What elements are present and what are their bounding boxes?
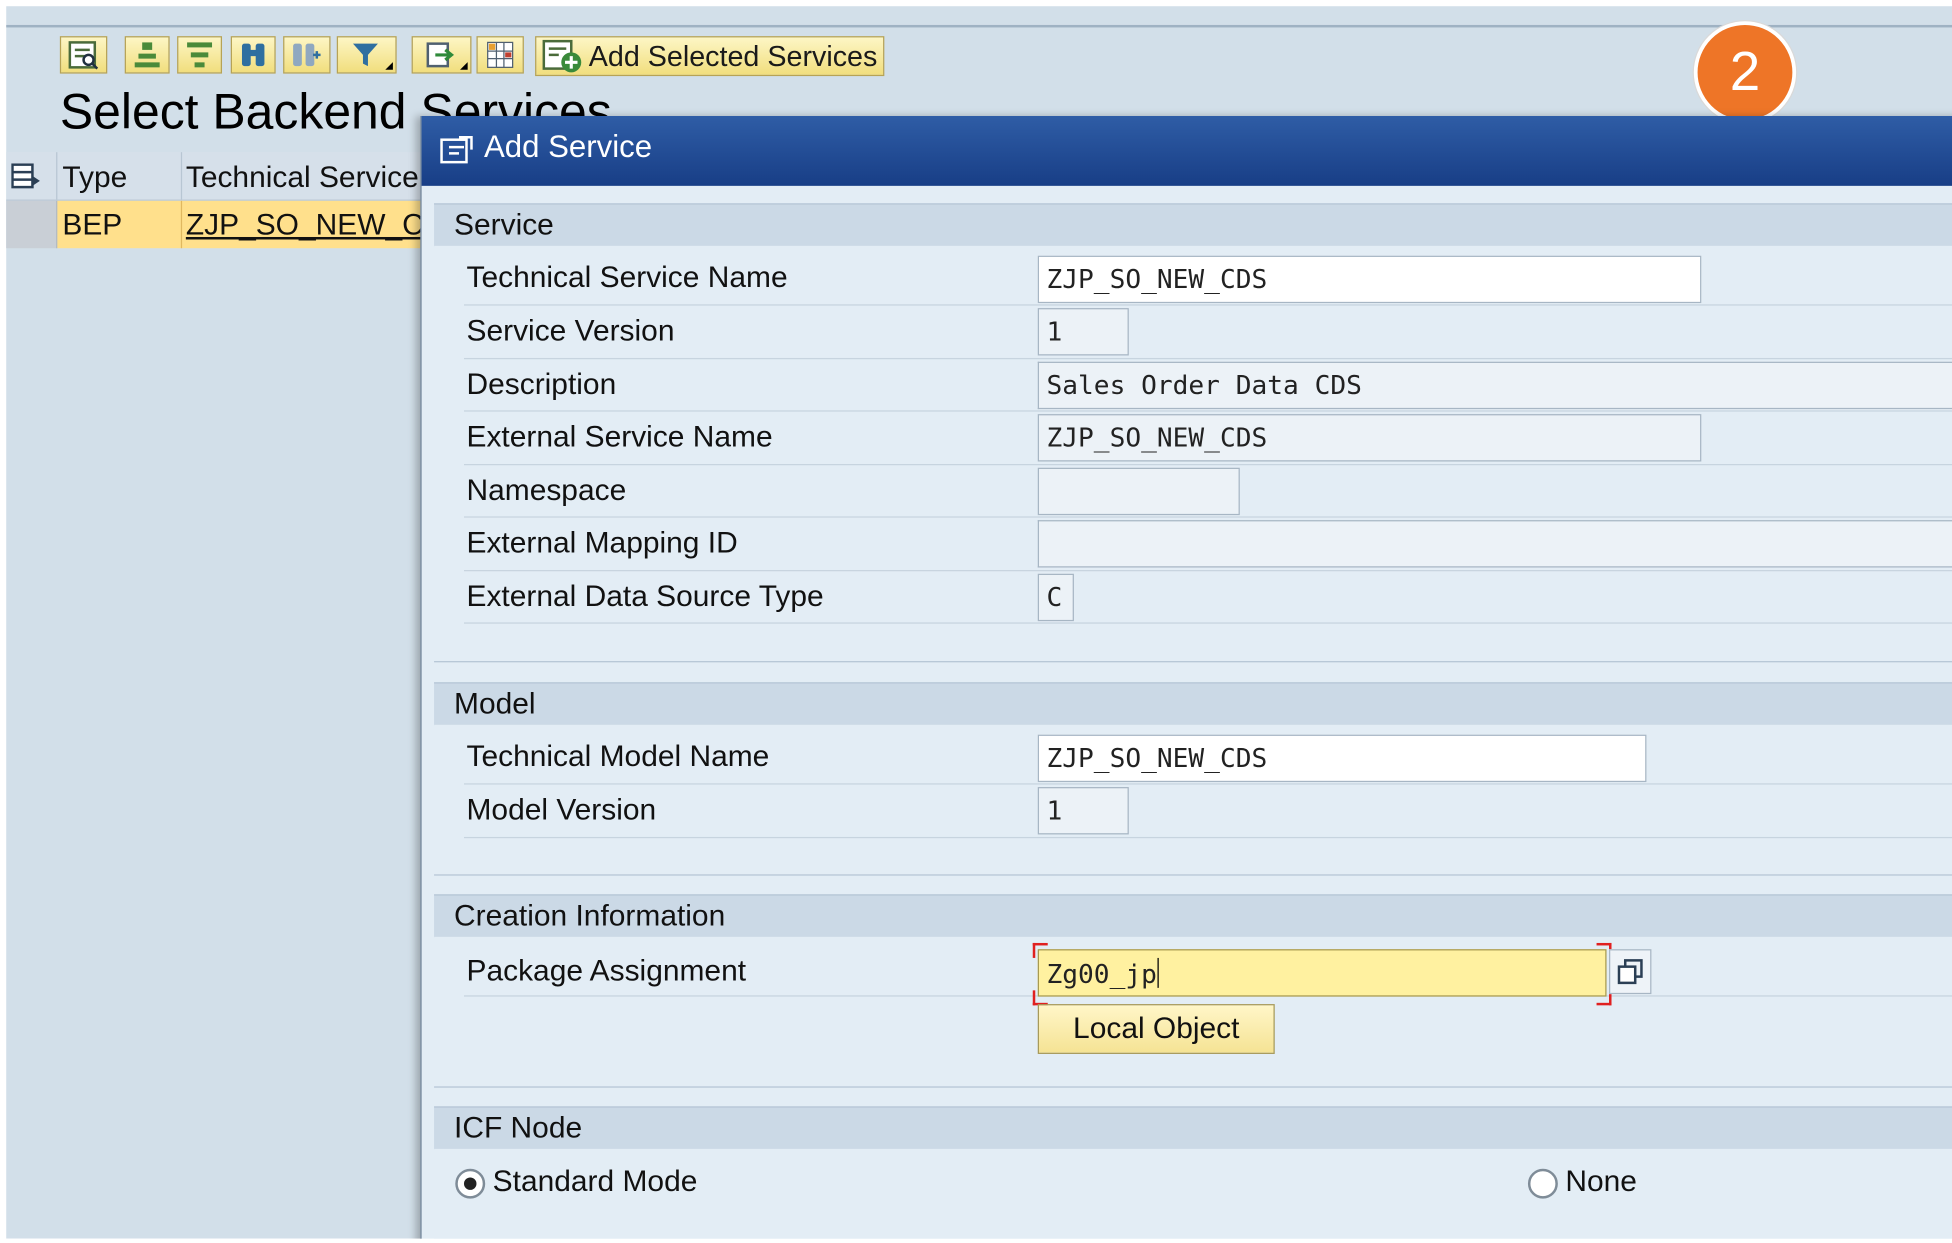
step-badge: 2 [1693, 21, 1797, 124]
text-cursor [1156, 957, 1159, 988]
add-service-dialog: Add Service Service Technical Service Na… [420, 115, 1952, 1239]
dialog-title-bar: Add Service [421, 115, 1952, 186]
external-mapping-id-field[interactable] [1037, 520, 1952, 568]
section-creation-body: Package Assignment Zg00_jp Local Object [434, 936, 1952, 1088]
service-version-label: Service Version [466, 314, 675, 348]
description-label: Description [466, 367, 617, 402]
screen: ◢ ◢ Add Selected Services Select Backend… [0, 0, 1952, 1239]
package-assignment-input[interactable]: Zg00_jp [1037, 949, 1607, 997]
external-service-name-label: External Service Name [466, 420, 773, 455]
standard-mode-radio[interactable] [455, 1168, 486, 1199]
details-icon[interactable] [59, 36, 108, 74]
standard-mode-label[interactable]: Standard Mode [493, 1165, 698, 1200]
technical-model-name-field[interactable]: ZJP_SO_NEW_CDS [1037, 734, 1647, 783]
section-creation-header: Creation Information [434, 894, 1952, 938]
row-divider [463, 622, 1952, 624]
add-list-icon [542, 39, 582, 73]
row-divider [463, 783, 1952, 785]
external-data-source-type-label: External Data Source Type [466, 579, 824, 614]
row-selector[interactable] [6, 200, 58, 249]
focus-corner [1032, 942, 1048, 958]
section-icf-header: ICF Node [434, 1106, 1952, 1151]
filter-rows-icon[interactable] [177, 36, 223, 74]
package-assignment-label: Package Assignment [466, 954, 747, 988]
add-selected-services-button[interactable]: Add Selected Services [535, 36, 885, 77]
section-model-header: Model [434, 682, 1952, 726]
column-header-type[interactable]: Type [62, 161, 127, 196]
section-icf-title: ICF Node [454, 1111, 583, 1146]
export-icon[interactable]: ◢ [411, 36, 472, 74]
section-service-header: Service [434, 203, 1952, 247]
section-icf-body: Standard Mode None [434, 1148, 1952, 1239]
local-object-button[interactable]: Local Object [1037, 1004, 1275, 1054]
dialog-title: Add Service [483, 129, 653, 165]
row-divider [463, 304, 1952, 306]
column-separator [180, 152, 183, 200]
section-model-title: Model [454, 687, 536, 721]
cell-technical-service-link[interactable]: ZJP_SO_NEW_CD [186, 208, 445, 243]
find-next-icon[interactable] [283, 36, 331, 74]
filter-icon[interactable]: ◢ [336, 36, 397, 74]
none-radio[interactable] [1527, 1168, 1558, 1199]
top-divider [6, 24, 1952, 28]
technical-service-name-label: Technical Service Name [466, 260, 788, 295]
column-separator [180, 200, 183, 249]
section-creation-title: Creation Information [454, 899, 726, 933]
row-divider [463, 836, 1952, 839]
model-version-field[interactable]: 1 [1037, 787, 1129, 835]
value-help-icon [1617, 959, 1643, 985]
column-header-technical-service[interactable]: Technical Service [186, 161, 419, 196]
technical-service-name-field[interactable]: ZJP_SO_NEW_CDS [1037, 255, 1702, 304]
external-service-name-field[interactable]: ZJP_SO_NEW_CDS [1037, 414, 1702, 462]
toolbar: ◢ ◢ Add Selected Services [6, 30, 1952, 77]
section-service-title: Service [454, 208, 554, 242]
binoculars-icon[interactable] [230, 36, 276, 74]
layout-settings-icon[interactable] [11, 163, 43, 197]
row-divider [463, 410, 1952, 412]
dialog-window-icon [439, 133, 476, 172]
none-label[interactable]: None [1565, 1165, 1637, 1200]
package-assignment-value: Zg00_jp [1046, 959, 1157, 990]
row-divider [463, 357, 1952, 360]
add-selected-services-label: Add Selected Services [588, 39, 878, 72]
section-service-body: Technical Service Name ZJP_SO_NEW_CDS Se… [434, 245, 1952, 663]
cell-type: BEP [62, 208, 123, 242]
column-separator [56, 152, 58, 200]
technical-model-name-label: Technical Model Name [466, 739, 770, 774]
row-divider [463, 463, 1952, 466]
row-divider [463, 570, 1952, 572]
align-icon[interactable] [124, 36, 170, 74]
radio-selected-dot [463, 1177, 477, 1190]
description-field[interactable]: Sales Order Data CDS [1037, 361, 1952, 410]
namespace-field[interactable] [1037, 467, 1240, 516]
external-data-source-type-field[interactable]: C [1037, 573, 1074, 622]
value-help-button[interactable] [1609, 949, 1652, 995]
layout-grid-icon[interactable] [476, 36, 524, 74]
row-divider [463, 516, 1952, 518]
service-version-field[interactable]: 1 [1037, 308, 1129, 356]
external-mapping-id-label: External Mapping ID [466, 526, 738, 561]
model-version-label: Model Version [466, 793, 657, 827]
section-model-body: Technical Model Name ZJP_SO_NEW_CDS Mode… [434, 724, 1952, 876]
namespace-label: Namespace [466, 473, 627, 508]
